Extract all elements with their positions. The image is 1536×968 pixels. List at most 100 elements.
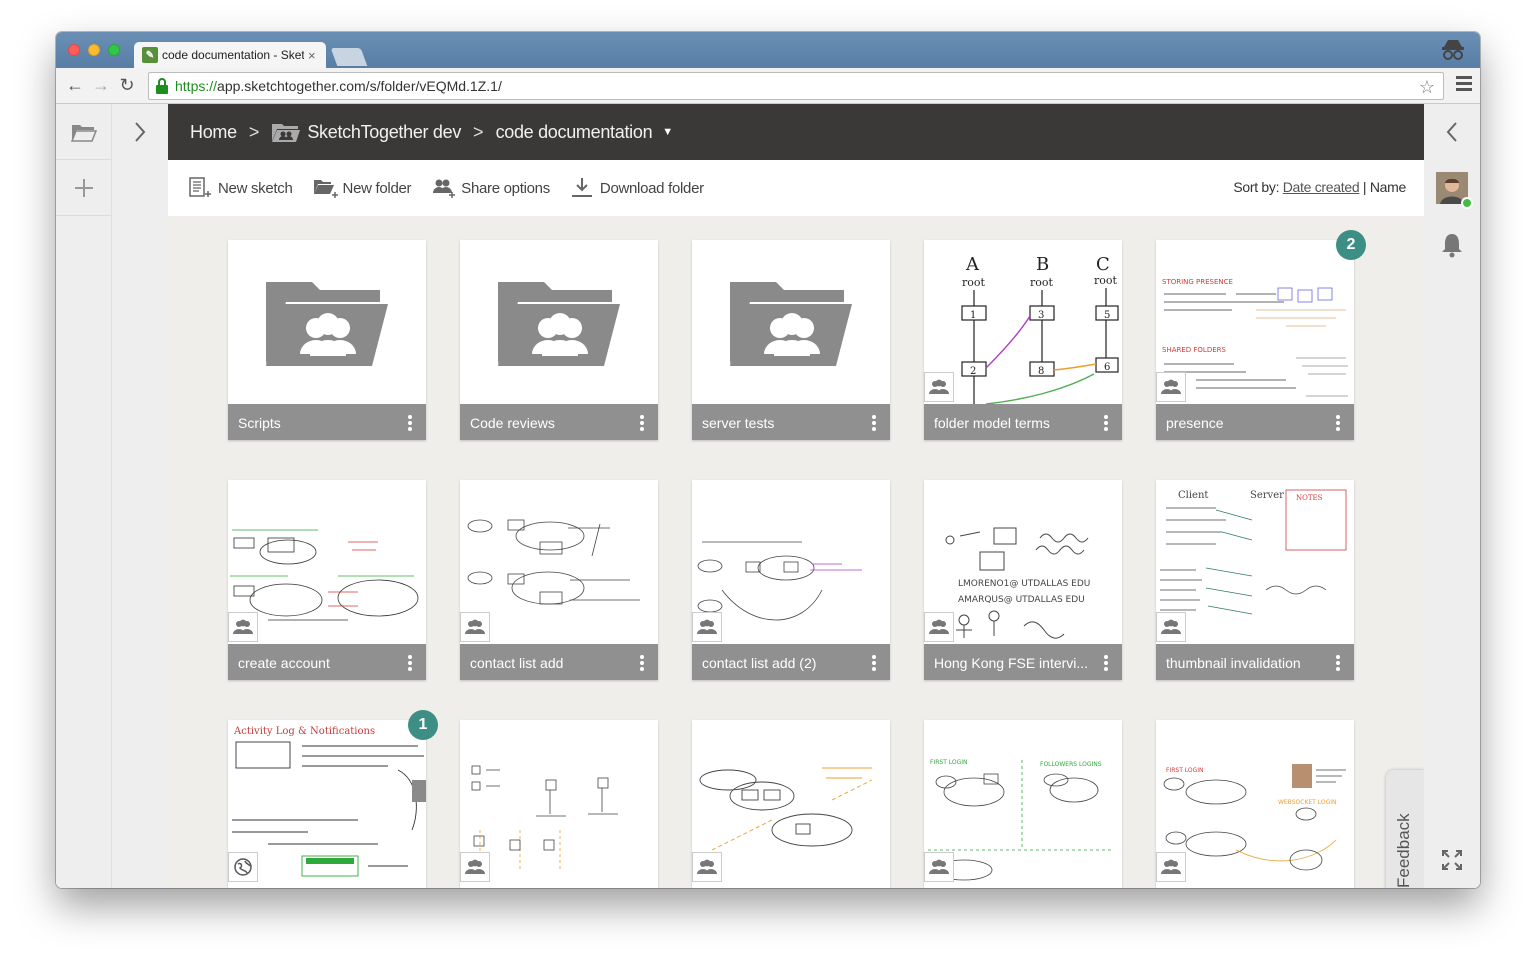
more-options-icon[interactable] [408, 655, 412, 671]
share-options-button[interactable]: Share options [431, 177, 550, 199]
card-title: contact list add (2) [702, 655, 817, 671]
sketch-text: 6 [1104, 362, 1110, 373]
sketch-text: 3 [1038, 310, 1044, 321]
folder-thumbnail [460, 240, 658, 404]
more-options-icon[interactable] [1104, 415, 1108, 431]
left-rail [56, 104, 112, 888]
sketch-card-contact-list-add-2[interactable]: contact list add (2) [692, 480, 890, 680]
address-bar[interactable]: https://app.sketchtogether.com/s/folder/… [148, 72, 1444, 100]
sketch-card[interactable] [460, 720, 658, 888]
breadcrumb-separator: > [248, 121, 260, 142]
browser-window: ✎ code documentation - Sketc × ← → ↻ htt… [56, 32, 1480, 888]
breadcrumb-current[interactable]: code documentation [496, 122, 653, 143]
sort-name-link[interactable]: Name [1370, 179, 1406, 195]
people-icon [697, 619, 717, 634]
card-title: create account [238, 655, 330, 671]
globe-icon [234, 858, 252, 876]
notification-count-badge: 1 [408, 710, 438, 740]
card-label: thumbnail invalidation [1156, 644, 1354, 680]
forward-arrow-icon[interactable]: → [90, 74, 112, 96]
folder-card-code-reviews[interactable]: Code reviews [460, 240, 658, 440]
sketch-card-contact-list-add[interactable]: contact list add [460, 480, 658, 680]
breadcrumb: Home > SketchTogether dev > code documen… [168, 104, 1424, 160]
download-folder-button[interactable]: Download folder [570, 177, 704, 199]
reload-icon[interactable]: ↻ [116, 74, 138, 96]
people-icon [697, 859, 717, 874]
card-label: Hong Kong FSE intervi... [924, 644, 1122, 680]
more-options-icon[interactable] [1336, 655, 1340, 671]
more-options-icon[interactable] [1336, 415, 1340, 431]
close-window-button[interactable] [68, 44, 80, 56]
more-options-icon[interactable] [872, 415, 876, 431]
sidebar-panel [112, 160, 168, 888]
sketch-card[interactable]: FIRST LOGIN FOLLOWERS LOGINS [924, 720, 1122, 888]
new-sketch-button[interactable]: New sketch [188, 177, 293, 199]
folder-card-server-tests[interactable]: server tests [692, 240, 890, 440]
people-icon [929, 619, 949, 634]
sort-date-created-link[interactable]: Date created [1283, 179, 1360, 195]
shared-indicator [1156, 852, 1186, 882]
shared-indicator [1156, 612, 1186, 642]
feedback-label: Feedback [1394, 813, 1413, 888]
card-label: presence [1156, 404, 1354, 440]
more-options-icon[interactable] [640, 655, 644, 671]
folder-contents-grid: Scripts Code reviews server tests A B C … [168, 216, 1424, 888]
notification-count-badge: 2 [1336, 230, 1366, 260]
breadcrumb-home[interactable]: Home [190, 122, 237, 143]
notifications-bell-icon[interactable] [1440, 232, 1464, 258]
tab-title: code documentation - Sketc [162, 48, 304, 62]
chevron-right-icon [135, 122, 146, 142]
shared-indicator [460, 612, 490, 642]
sketch-card-hong-kong-fse[interactable]: LMORENO1@ UTDALLAS EDU AMARQUS@ UTDALLAS… [924, 480, 1122, 680]
new-sketch-icon [189, 177, 211, 197]
tab-close-icon[interactable]: × [308, 48, 316, 63]
sketch-card-activity-log[interactable]: Activity Log & Notifications 1 [228, 710, 438, 888]
people-icon [929, 859, 949, 874]
card-label: Scripts [228, 404, 426, 440]
sketch-card-presence[interactable]: STORING PRESENCE SHARED FOLDERS presence… [1156, 230, 1366, 440]
back-arrow-icon[interactable]: ← [64, 74, 86, 96]
zoom-window-button[interactable] [108, 44, 120, 56]
sketch-text: root [962, 276, 986, 289]
collapse-panel-button[interactable] [1424, 104, 1480, 160]
sketch-card-create-account[interactable]: create account [228, 480, 426, 680]
new-folder-button[interactable]: New folder [313, 177, 412, 199]
folder-browser-button[interactable] [56, 104, 111, 160]
sketch-text: SHARED FOLDERS [1162, 346, 1227, 354]
sketch-text: FIRST LOGIN [930, 759, 968, 766]
public-indicator [228, 852, 258, 882]
expand-sidebar-button[interactable] [112, 104, 168, 160]
sketch-card[interactable]: FIRST LOGIN WEBSOCKET LOGIN [1156, 720, 1354, 888]
url-scheme: https:// [175, 78, 218, 94]
sketch-text: 8 [1038, 366, 1044, 377]
fullscreen-expand-icon[interactable] [1440, 848, 1464, 872]
shared-indicator [692, 612, 722, 642]
add-button[interactable] [56, 160, 111, 216]
shared-indicator [228, 612, 258, 642]
right-rail [1424, 104, 1480, 888]
new-tab-button[interactable] [330, 48, 368, 66]
sketch-card-folder-model-terms[interactable]: A B C root root root 1 3 5 2 8 6 folder … [924, 240, 1122, 440]
card-label: create account [228, 644, 426, 680]
people-icon [465, 859, 485, 874]
sketch-card[interactable] [692, 720, 890, 888]
sketch-card-thumbnail-invalidation[interactable]: Client Server NOTES thumbnail invalidati… [1156, 480, 1354, 680]
browser-menu-icon[interactable] [1456, 76, 1472, 94]
people-icon [1161, 379, 1181, 394]
more-options-icon[interactable] [872, 655, 876, 671]
breadcrumb-folder[interactable]: SketchTogether dev [307, 122, 461, 143]
browser-tab[interactable]: ✎ code documentation - Sketc × [134, 42, 326, 68]
new-sketch-label: New sketch [218, 179, 293, 197]
more-options-icon[interactable] [640, 415, 644, 431]
dropdown-caret-icon[interactable]: ▼ [662, 126, 673, 138]
folder-card-scripts[interactable]: Scripts [228, 240, 426, 440]
download-folder-label: Download folder [599, 179, 704, 197]
more-options-icon[interactable] [408, 415, 412, 431]
card-title: thumbnail invalidation [1166, 655, 1301, 671]
sketch-text: A [965, 254, 980, 275]
minimize-window-button[interactable] [88, 44, 100, 56]
open-folder-icon [70, 124, 97, 142]
feedback-tab[interactable]: Feedback [1386, 770, 1424, 888]
bookmark-star-icon[interactable]: ☆ [1419, 77, 1435, 98]
more-options-icon[interactable] [1104, 655, 1108, 671]
